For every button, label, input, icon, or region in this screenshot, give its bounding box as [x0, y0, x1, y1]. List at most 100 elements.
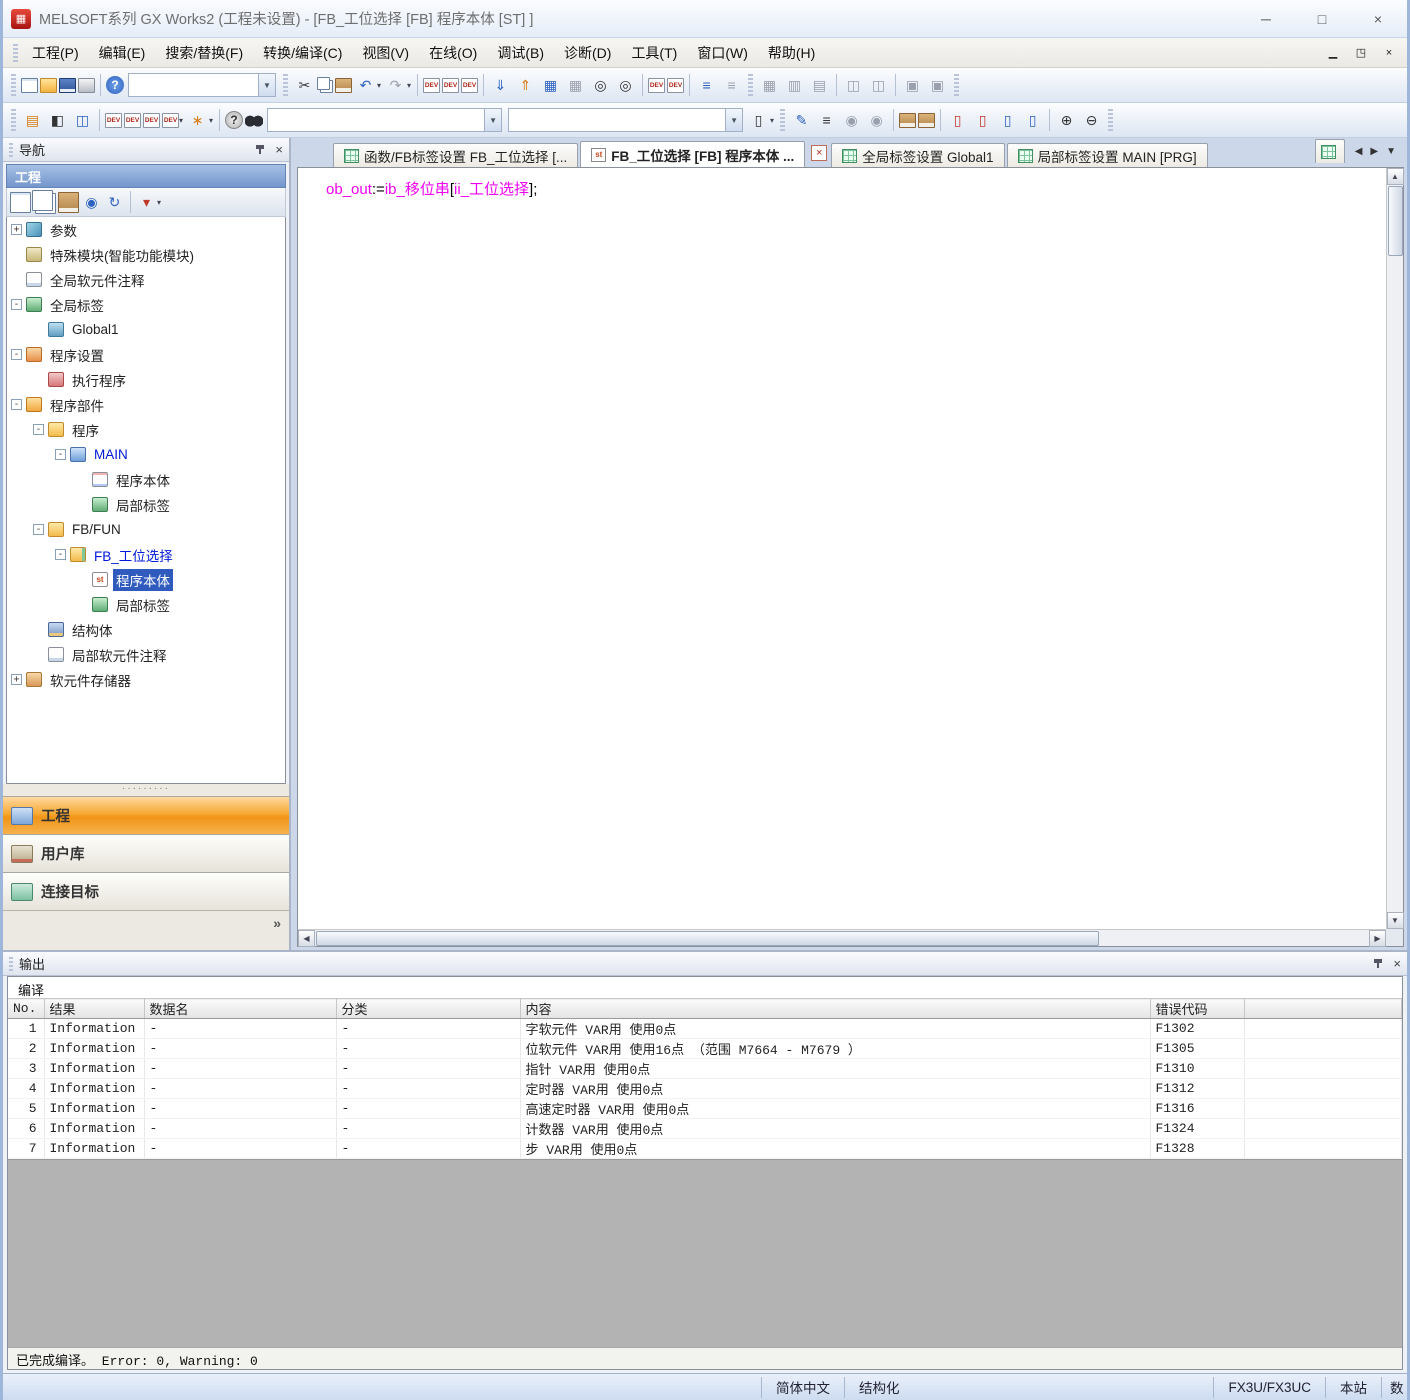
output-close-icon[interactable]: ×: [1393, 957, 1401, 970]
tab-global-label-setting[interactable]: 全局标签设置 Global1: [831, 143, 1004, 167]
tree-item-fb-local-label[interactable]: 局部标签: [7, 592, 285, 617]
sort-icon[interactable]: ↻: [104, 192, 125, 213]
nav-button-user-library[interactable]: 用户库: [3, 834, 289, 872]
save-project-icon[interactable]: [59, 78, 76, 93]
display-columns-icon[interactable]: ◫: [867, 74, 890, 97]
combo-dropdown-icon[interactable]: ▼: [258, 74, 275, 96]
collapse-icon[interactable]: -: [11, 299, 22, 310]
output-pin-icon[interactable]: [1373, 958, 1383, 969]
docking-window-icon[interactable]: ◧: [46, 109, 69, 132]
collapse-icon[interactable]: -: [11, 349, 22, 360]
bookmark-next-icon[interactable]: ▯: [1021, 109, 1044, 132]
redo-icon-dropdown[interactable]: ▾: [407, 81, 411, 90]
device-init-icon[interactable]: [461, 78, 478, 93]
collapse-icon[interactable]: -: [33, 424, 44, 435]
tree-item-global1[interactable]: Global1: [7, 317, 285, 342]
tree-item-local-device-comment[interactable]: 局部软元件注释: [7, 642, 285, 667]
redo-icon[interactable]: ↷: [384, 74, 407, 97]
document-menu-icon-dropdown[interactable]: ▾: [770, 116, 774, 125]
print-icon[interactable]: [78, 78, 95, 93]
output-compile-tab[interactable]: 编译: [8, 977, 1402, 998]
mdi-close-button[interactable]: ×: [1377, 43, 1401, 63]
toolbar-drag-handle[interactable]: [748, 74, 753, 96]
cut-icon[interactable]: ✂: [293, 74, 316, 97]
tree-item-main-local-label[interactable]: 局部标签: [7, 492, 285, 517]
tab-local-label-setting-main[interactable]: 局部标签设置 MAIN [PRG]: [1007, 143, 1208, 167]
vertical-scroll-thumb[interactable]: [1388, 186, 1403, 256]
output-column-header[interactable]: No.: [8, 999, 44, 1019]
horizontal-scrollbar[interactable]: ◀ ▶: [298, 929, 1386, 946]
menu-item-5[interactable]: 视图(V): [352, 39, 419, 67]
device-memory-toolbar-icon[interactable]: [442, 78, 459, 93]
output-row[interactable]: 6Information--计数器 VAR用 使用0点F1324: [8, 1119, 1402, 1139]
document-menu-icon[interactable]: ▯: [747, 109, 770, 132]
output-row[interactable]: 4Information--定时器 VAR用 使用0点F1312: [8, 1079, 1402, 1099]
read-mode-icon[interactable]: ≡: [815, 109, 838, 132]
intelligent-function-icon[interactable]: ∗: [186, 109, 209, 132]
device-find-icon[interactable]: [162, 113, 179, 128]
output-column-header[interactable]: 分类: [336, 999, 520, 1019]
combo-dropdown-icon[interactable]: ▼: [725, 109, 742, 131]
project-data-list-icon[interactable]: ▤: [21, 109, 44, 132]
minimize-button[interactable]: ─: [1245, 7, 1287, 31]
output-column-header[interactable]: 结果: [44, 999, 144, 1019]
tree-item-fb-program-body[interactable]: 程序本体: [7, 567, 285, 592]
tree-item-exec-program[interactable]: 执行程序: [7, 367, 285, 392]
find-target-combo[interactable]: ▼: [267, 108, 502, 132]
filter-icon[interactable]: ▾: [136, 192, 157, 213]
tree-item-global-device-comment[interactable]: 全局软元件注释: [7, 267, 285, 292]
copy-icon[interactable]: [317, 77, 330, 90]
tree-item-program-setting[interactable]: -程序设置: [7, 342, 285, 367]
tab-list-icon[interactable]: ▼: [1386, 146, 1396, 157]
menu-item-9[interactable]: 工具(T): [621, 39, 687, 67]
scroll-down-icon[interactable]: ▼: [1387, 912, 1404, 929]
undo-icon[interactable]: ↶: [354, 74, 377, 97]
window-tile-icon[interactable]: ▣: [926, 74, 949, 97]
toolbar-drag-handle[interactable]: [954, 74, 959, 96]
navigation-close-icon[interactable]: ×: [275, 143, 283, 156]
zoom-out-icon[interactable]: ⊖: [1080, 109, 1103, 132]
tree-item-main[interactable]: -MAIN: [7, 442, 285, 467]
tree-item-global-label[interactable]: -全局标签: [7, 292, 285, 317]
menu-item-3[interactable]: 搜索/替换(F): [155, 39, 253, 67]
menu-item-2[interactable]: 编辑(E): [89, 39, 156, 67]
toolbar-drag-handle[interactable]: [283, 74, 288, 96]
scroll-left-icon[interactable]: ◀: [298, 930, 315, 947]
copy-data-icon[interactable]: [32, 190, 53, 211]
nav-button-project[interactable]: 工程: [3, 796, 289, 834]
comment-display-icon[interactable]: ▦: [758, 74, 781, 97]
expand-icon[interactable]: +: [11, 674, 22, 685]
device-batch-monitor-icon[interactable]: ◎: [589, 74, 612, 97]
read-from-plc-icon[interactable]: ⇑: [514, 74, 537, 97]
statement-display-icon[interactable]: ▥: [783, 74, 806, 97]
tree-item-fb-fun-folder[interactable]: -FB/FUN: [7, 517, 285, 542]
scroll-up-icon[interactable]: ▲: [1387, 168, 1404, 185]
help-icon[interactable]: ?: [106, 76, 124, 94]
find-string-combo[interactable]: ▼: [508, 108, 743, 132]
collapse-icon[interactable]: -: [55, 549, 66, 560]
zoom-header-icon[interactable]: ◉: [840, 109, 863, 132]
tab-partial[interactable]: [1315, 139, 1345, 163]
tab-fb-program-body-st[interactable]: FB_工位选择 [FB] 程序本体 ...: [580, 141, 805, 167]
tab-scroll-right-icon[interactable]: ▶: [1370, 146, 1378, 157]
collapse-icon[interactable]: -: [33, 524, 44, 535]
collapse-icon[interactable]: -: [11, 399, 22, 410]
scroll-right-icon[interactable]: ▶: [1369, 930, 1386, 947]
monitor-start-icon[interactable]: ▦: [539, 74, 562, 97]
tree-item-fb-station-select[interactable]: -FB_工位选择: [7, 542, 285, 567]
tree-item-special-module[interactable]: 特殊模块(智能功能模块): [7, 242, 285, 267]
device-comment-2-icon[interactable]: [105, 113, 122, 128]
menu-item-1[interactable]: 工程(P): [22, 39, 89, 67]
output-column-header[interactable]: [1244, 999, 1402, 1019]
work-window-icon[interactable]: ◫: [71, 109, 94, 132]
nav-splitter[interactable]: ·········: [3, 784, 289, 796]
write-to-plc-icon[interactable]: ⇓: [489, 74, 512, 97]
entry-data-monitor-icon[interactable]: ◎: [614, 74, 637, 97]
display-lines-icon[interactable]: ◫: [842, 74, 865, 97]
combo-dropdown-icon[interactable]: ▼: [484, 109, 501, 131]
device-test-icon[interactable]: [667, 78, 684, 93]
tab-scroll-left-icon[interactable]: ◀: [1355, 146, 1363, 157]
tree-item-device-memory[interactable]: +软元件存储器: [7, 667, 285, 692]
nav-button-connection-destination[interactable]: 连接目标: [3, 872, 289, 910]
device-label-icon[interactable]: [124, 113, 141, 128]
